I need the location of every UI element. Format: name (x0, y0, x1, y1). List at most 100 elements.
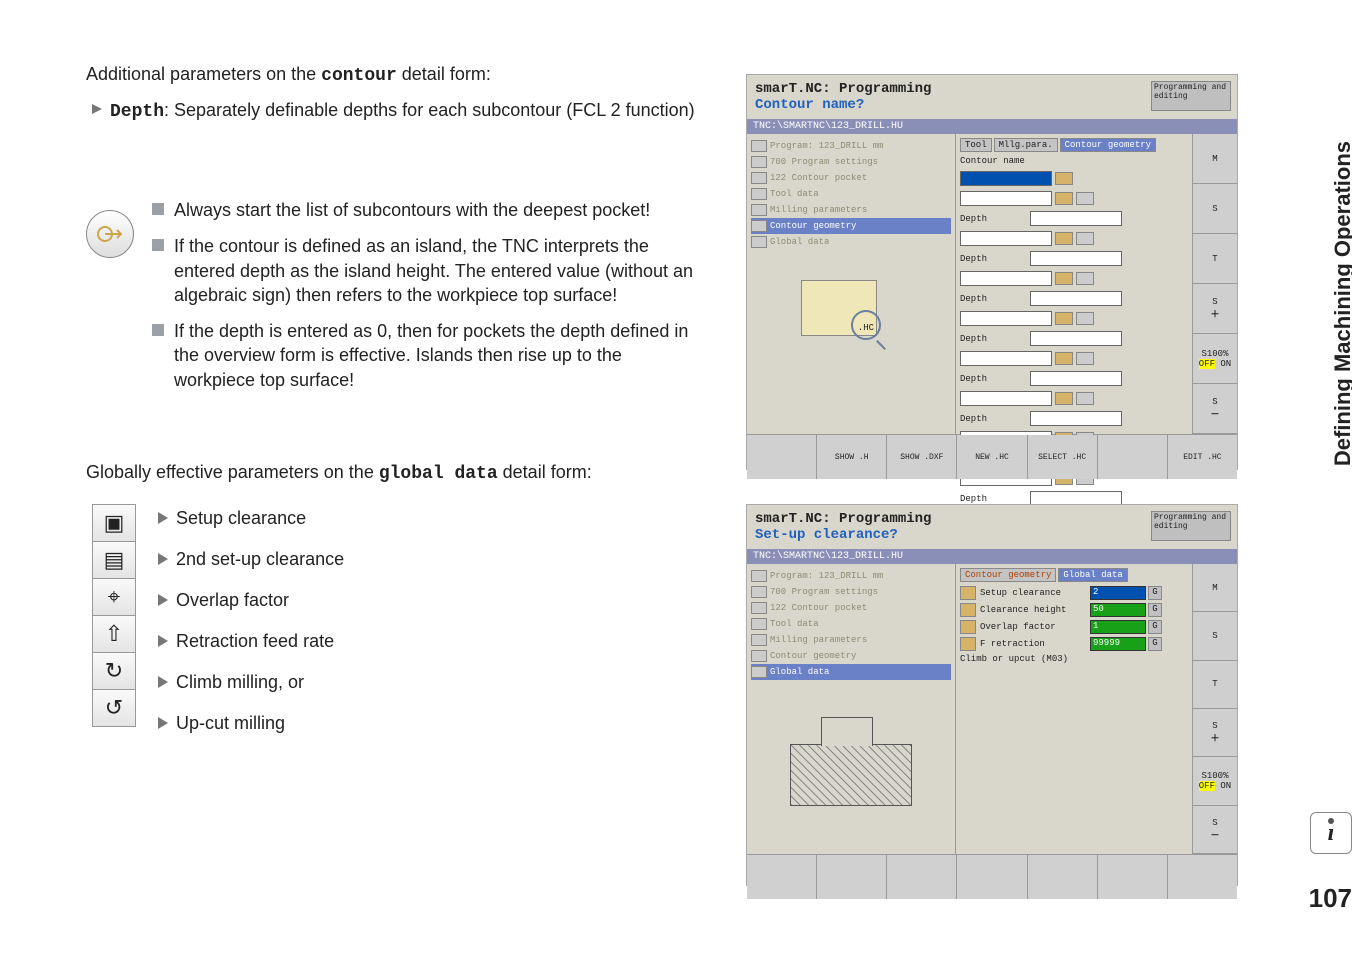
tree-tooldata[interactable]: Tool data (770, 189, 819, 199)
sk-blank[interactable] (1098, 435, 1168, 479)
select-icon[interactable] (1055, 272, 1073, 285)
tree-contour-geometry[interactable]: Contour geometry (770, 221, 856, 231)
sk-blank[interactable] (817, 855, 887, 899)
param-list: Setup clearance 2nd set-up clearance Ove… (158, 508, 344, 754)
global-a: Globally effective parameters on the (86, 462, 379, 482)
lbl-clearance-height: Clearance height (980, 605, 1090, 615)
sh2-softkeys (747, 854, 1237, 899)
param-icon-column: ▣ ▤ ⌖ ⇧ ↻ ↺ (92, 504, 136, 727)
side-chapter-title: Defining Machining Operations (1328, 84, 1352, 524)
tree-milling[interactable]: Milling parameters (770, 205, 867, 215)
tree-global[interactable]: Global data (770, 667, 829, 677)
side-s[interactable]: S (1193, 612, 1237, 660)
side-s-plus[interactable]: S＋ (1193, 709, 1237, 757)
inp-row-2[interactable] (960, 191, 1052, 206)
select-icon[interactable] (1055, 172, 1073, 185)
island-icon[interactable] (1076, 192, 1094, 205)
select-icon[interactable] (1055, 392, 1073, 405)
inp-depth-4[interactable] (1030, 331, 1122, 346)
select-icon[interactable] (1055, 352, 1073, 365)
sk-new-hc[interactable]: NEW .HC (957, 435, 1027, 479)
side-s[interactable]: S (1193, 184, 1237, 234)
sk-blank[interactable] (1168, 855, 1237, 899)
inp-depth-6[interactable] (1030, 411, 1122, 426)
select-icon[interactable] (1055, 232, 1073, 245)
island-icon[interactable] (1076, 352, 1094, 365)
side-t[interactable]: T (1193, 661, 1237, 709)
inp-row-6[interactable] (960, 351, 1052, 366)
global-icon (751, 666, 767, 678)
tab-contour-geometry[interactable]: Contour geometry (960, 568, 1056, 582)
tab-tool[interactable]: Tool (960, 138, 992, 152)
param-retraction: Retraction feed rate (176, 631, 334, 652)
milling-icon (751, 634, 767, 646)
sh2-path: TNC:\SMARTNC\123_DRILL.HU (747, 549, 1237, 564)
bullet-icon (152, 203, 164, 215)
tab-mllg[interactable]: Mllg.para. (994, 138, 1058, 152)
pocket-icon (751, 172, 767, 184)
tree-program[interactable]: Program: 123_DRILL mm (770, 571, 883, 581)
inp-depth-2[interactable] (1030, 251, 1122, 266)
bullet-icon (152, 324, 164, 336)
sh1-tree[interactable]: Program: 123_DRILL mm 700 Program settin… (747, 134, 956, 434)
inp-depth-5[interactable] (1030, 371, 1122, 386)
val-overlap[interactable]: 1 (1090, 620, 1146, 634)
side-s100[interactable]: S100%OFF ON (1193, 334, 1237, 384)
side-m[interactable]: M (1193, 564, 1237, 612)
island-icon[interactable] (1076, 392, 1094, 405)
tab-contour-geometry[interactable]: Contour geometry (1060, 138, 1156, 152)
val-clearance-height[interactable]: 50 (1090, 603, 1146, 617)
unit-g: G (1148, 637, 1162, 651)
param-climb: Climb milling, or (176, 672, 304, 693)
sk-edit-hc[interactable]: EDIT .HC (1168, 435, 1237, 479)
intro-text-a: Additional parameters on the (86, 64, 321, 84)
inp-row-7[interactable] (960, 391, 1052, 406)
side-m[interactable]: M (1193, 134, 1237, 184)
tree-settings[interactable]: 700 Program settings (770, 157, 878, 167)
island-icon[interactable] (1076, 272, 1094, 285)
side-s-minus[interactable]: S－ (1193, 384, 1237, 434)
select-icon[interactable] (1055, 192, 1073, 205)
side-t[interactable]: T (1193, 234, 1237, 284)
sk-show-h[interactable]: SHOW .H (817, 435, 887, 479)
select-icon[interactable] (1055, 312, 1073, 325)
lbl-depth: Depth (960, 254, 1030, 264)
milling-icon (751, 204, 767, 216)
sk-show-dxf[interactable]: SHOW .DXF (887, 435, 957, 479)
lbl-depth: Depth (960, 494, 1030, 504)
inp-row-5[interactable] (960, 311, 1052, 326)
sk-blank[interactable] (1098, 855, 1168, 899)
side-s100[interactable]: S100%OFF ON (1193, 757, 1237, 805)
sh1-diagram: .HC (751, 270, 951, 360)
tree-program[interactable]: Program: 123_DRILL mm (770, 141, 883, 151)
sk-blank[interactable] (1028, 855, 1098, 899)
inp-depth-1[interactable] (1030, 211, 1122, 226)
tab-global-data[interactable]: Global data (1058, 568, 1127, 582)
island-icon[interactable] (1076, 312, 1094, 325)
side-s-minus[interactable]: S－ (1193, 806, 1237, 854)
tree-settings[interactable]: 700 Program settings (770, 587, 878, 597)
inp-contour-name[interactable] (960, 171, 1052, 186)
tree-milling[interactable]: Milling parameters (770, 635, 867, 645)
sk-blank[interactable] (747, 855, 817, 899)
inp-depth-3[interactable] (1030, 291, 1122, 306)
val-f-retraction[interactable]: 99999 (1090, 637, 1146, 651)
val-setup-clearance[interactable]: 2 (1090, 586, 1146, 600)
inp-row-3[interactable] (960, 231, 1052, 246)
sk-select-hc[interactable]: SELECT .HC (1028, 435, 1098, 479)
inp-row-4[interactable] (960, 271, 1052, 286)
side-s-plus[interactable]: S＋ (1193, 284, 1237, 334)
global-b: global data (379, 464, 498, 484)
tree-pocket[interactable]: 122 Contour pocket (770, 603, 867, 613)
sk-blank[interactable] (747, 435, 817, 479)
tree-contour-geometry[interactable]: Contour geometry (770, 651, 856, 661)
tree-pocket[interactable]: 122 Contour pocket (770, 173, 867, 183)
lbl-depth: Depth (960, 294, 1030, 304)
lbl-setup-clearance: Setup clearance (980, 588, 1090, 598)
tree-global[interactable]: Global data (770, 237, 829, 247)
sk-blank[interactable] (887, 855, 957, 899)
sk-blank[interactable] (957, 855, 1027, 899)
tree-tooldata[interactable]: Tool data (770, 619, 819, 629)
island-icon[interactable] (1076, 232, 1094, 245)
sh2-tree[interactable]: Program: 123_DRILL mm 700 Program settin… (747, 564, 956, 854)
